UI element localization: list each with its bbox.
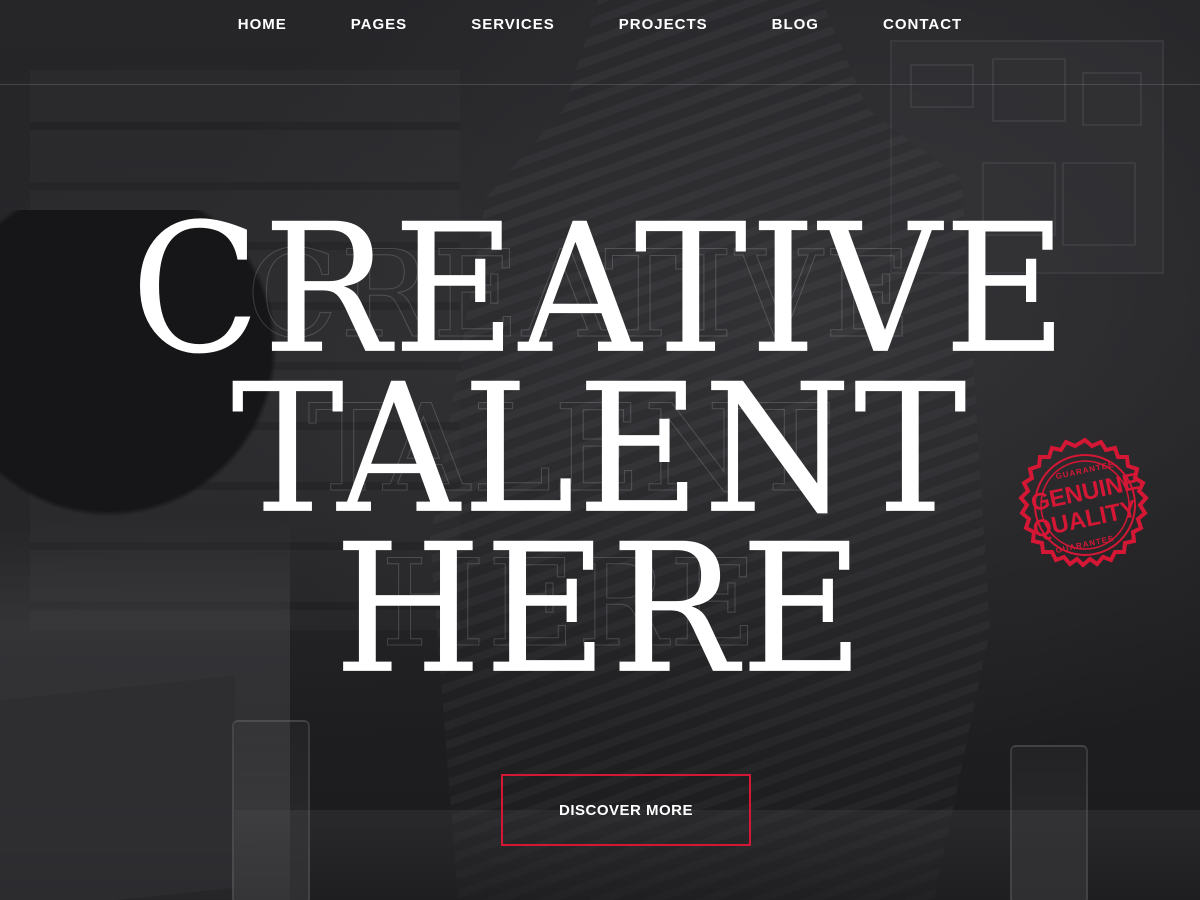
top-navigation: HOME PAGES SERVICES PROJECTS BLOG CONTAC… [0, 0, 1200, 85]
nav-item-contact[interactable]: CONTACT [851, 14, 994, 36]
nav-item-projects[interactable]: PROJECTS [587, 14, 740, 36]
nav-item-home[interactable]: HOME [206, 14, 319, 36]
discover-more-button[interactable]: DISCOVER MORE [501, 774, 751, 846]
nav-menu: HOME PAGES SERVICES PROJECTS BLOG CONTAC… [0, 14, 1200, 36]
nav-item-blog[interactable]: BLOG [740, 14, 851, 36]
genuine-quality-stamp: GUARANTEE GENUINE QUALITY GUARANTEE [1014, 436, 1156, 578]
nav-item-pages[interactable]: PAGES [319, 14, 439, 36]
nav-item-services[interactable]: SERVICES [439, 14, 587, 36]
hero-section: CREATIVE TALENT HERE HOME PAGES SERVICES… [0, 0, 1200, 900]
